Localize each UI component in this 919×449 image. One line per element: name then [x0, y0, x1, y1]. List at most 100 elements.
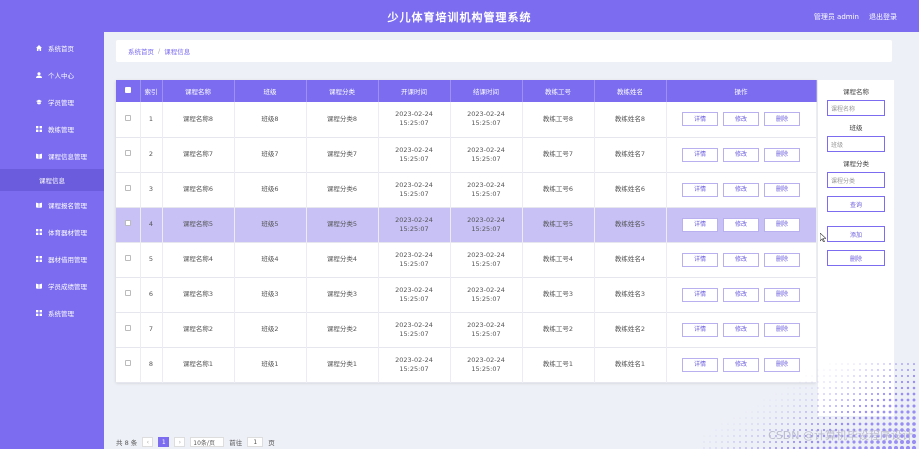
- select-all-cell[interactable]: [116, 80, 141, 102]
- row-select-cell[interactable]: [116, 137, 141, 172]
- row-select-cell[interactable]: [116, 207, 141, 242]
- sidebar-subitem-course-info[interactable]: 课程信息: [0, 169, 104, 191]
- delete-button[interactable]: 删除: [764, 252, 800, 267]
- delete-button[interactable]: 删除: [764, 147, 800, 162]
- edit-button[interactable]: 修改: [723, 287, 759, 302]
- column-header-course-name[interactable]: 课程名称: [162, 80, 235, 102]
- decorative-dot: [787, 399, 789, 401]
- decorative-dot: [829, 387, 831, 389]
- page-size-select[interactable]: 10条/页: [190, 437, 225, 447]
- decorative-dot: [763, 429, 765, 431]
- column-header-coach-name[interactable]: 教练姓名: [594, 80, 667, 102]
- row-select-cell[interactable]: [116, 347, 141, 382]
- edit-button[interactable]: 修改: [723, 217, 759, 232]
- column-header-end-time[interactable]: 结课时间: [450, 80, 523, 102]
- sidebar-item-home[interactable]: 系统首页: [0, 34, 104, 61]
- detail-button[interactable]: 详情: [682, 112, 718, 127]
- category-input[interactable]: 课程分类: [827, 172, 885, 188]
- sidebar-item-label: 教练管理: [48, 125, 74, 134]
- row-checkbox[interactable]: [124, 114, 131, 121]
- goto-page-input[interactable]: 1: [247, 437, 264, 447]
- cell-coach-no: 教练工号1: [522, 347, 595, 382]
- table-row[interactable]: 6 课程名称3 班级3 课程分类3 2023-02-24 15:25:07 2023-02…: [116, 277, 817, 312]
- row-select-cell[interactable]: [116, 102, 141, 137]
- breadcrumb-home[interactable]: 系统首页: [128, 46, 154, 56]
- sidebar-item-borrowing[interactable]: 器材借用管理: [0, 245, 104, 272]
- decorative-dot: [865, 363, 867, 365]
- delete-button[interactable]: 删除: [764, 217, 800, 232]
- delete-button[interactable]: 删除: [764, 287, 800, 302]
- current-user: 管理员 admin: [813, 13, 859, 21]
- detail-button[interactable]: 详情: [682, 217, 718, 232]
- select-all-checkbox[interactable]: [124, 87, 131, 93]
- row-checkbox[interactable]: [124, 150, 131, 156]
- column-header-class[interactable]: 班级: [234, 80, 307, 102]
- detail-button[interactable]: 详情: [682, 182, 718, 197]
- table-row[interactable]: 1 课程名称8 班级8 课程分类8 2023-02-24 15:25:07 2023-02…: [116, 102, 817, 137]
- edit-button[interactable]: 修改: [723, 252, 759, 267]
- delete-button[interactable]: 删除: [764, 182, 800, 197]
- sidebar-item-course-info[interactable]: 课程信息管理: [0, 142, 104, 169]
- logout-link[interactable]: 退出登录: [869, 12, 897, 22]
- row-select-cell[interactable]: [116, 172, 141, 207]
- decorative-dot: [775, 399, 777, 401]
- query-button[interactable]: 查询: [827, 196, 885, 212]
- next-page-button[interactable]: ›: [174, 437, 186, 447]
- decorative-dot: [763, 405, 765, 407]
- cell-coach-name: 教练姓名6: [594, 172, 667, 207]
- add-button[interactable]: 添加: [827, 226, 885, 242]
- course-name-input[interactable]: 课程名称: [827, 100, 885, 116]
- decorative-dot: [715, 441, 717, 443]
- row-checkbox[interactable]: [124, 185, 131, 191]
- row-select-cell[interactable]: [116, 242, 141, 277]
- sidebar-item-students[interactable]: 学员管理: [0, 88, 104, 115]
- row-select-cell[interactable]: [116, 277, 141, 312]
- decorative-dot: [906, 416, 910, 420]
- detail-button[interactable]: 详情: [682, 287, 718, 302]
- decorative-dot: [757, 417, 759, 419]
- row-checkbox[interactable]: [124, 255, 131, 261]
- edit-button[interactable]: 修改: [723, 182, 759, 197]
- sidebar-item-enrollment[interactable]: 课程报名管理: [0, 191, 104, 218]
- decorative-dot: [793, 417, 795, 419]
- decorative-dot: [870, 422, 874, 426]
- sidebar-item-profile[interactable]: 个人中心: [0, 61, 104, 88]
- sidebar-item-coaches[interactable]: 教练管理: [0, 115, 104, 142]
- column-header-category[interactable]: 课程分类: [306, 80, 379, 102]
- prev-page-button[interactable]: ‹: [142, 437, 154, 447]
- decorative-dot: [817, 417, 819, 419]
- table-row[interactable]: 4 课程名称5 班级5 课程分类5 2023-02-24 15:25:07 2023-02…: [116, 207, 817, 242]
- table-row[interactable]: 5 课程名称4 班级4 课程分类4 2023-02-24 15:25:07 2023-02…: [116, 242, 817, 277]
- row-select-cell[interactable]: [116, 312, 141, 347]
- delete-button[interactable]: 删除: [764, 112, 800, 127]
- decorative-dot: [912, 410, 916, 414]
- row-checkbox[interactable]: [124, 220, 131, 226]
- table-row[interactable]: 3 课程名称6 班级6 课程分类6 2023-02-24 15:25:07 2023-02…: [116, 172, 817, 207]
- table-row[interactable]: 2 课程名称7 班级7 课程分类7 2023-02-24 15:25:07 2023-02…: [116, 137, 817, 172]
- decorative-dot: [769, 399, 771, 401]
- detail-button[interactable]: 详情: [682, 322, 718, 337]
- edit-button[interactable]: 修改: [723, 112, 759, 127]
- table-row[interactable]: 7 课程名称2 班级2 课程分类2 2023-02-24 15:25:07 2023-02…: [116, 312, 817, 347]
- edit-button[interactable]: 修改: [723, 322, 759, 337]
- cell-start-time: 2023-02-24 15:25:07: [378, 172, 451, 207]
- detail-button[interactable]: 详情: [682, 252, 718, 267]
- page-number[interactable]: 1: [158, 437, 170, 447]
- decorative-dot: [859, 387, 861, 389]
- sidebar-item-equipment[interactable]: 体育器材管理: [0, 218, 104, 245]
- sidebar-item-scores[interactable]: 学员成绩管理: [0, 272, 104, 299]
- column-header-start-time[interactable]: 开课时间: [378, 80, 451, 102]
- batch-delete-button[interactable]: 删除: [827, 250, 885, 266]
- decorative-dot: [835, 387, 837, 389]
- class-input[interactable]: 班级: [827, 136, 885, 152]
- row-checkbox[interactable]: [124, 325, 131, 331]
- row-checkbox[interactable]: [124, 290, 131, 296]
- column-header-coach-no[interactable]: 教练工号: [522, 80, 595, 102]
- sidebar-item-system[interactable]: 系统管理: [0, 299, 104, 326]
- cell-start-time: 2023-02-24 15:25:07: [378, 242, 451, 277]
- cell-class: 班级3: [234, 277, 307, 312]
- row-checkbox[interactable]: [124, 360, 131, 366]
- delete-button[interactable]: 删除: [764, 322, 800, 337]
- edit-button[interactable]: 修改: [723, 147, 759, 162]
- detail-button[interactable]: 详情: [682, 147, 718, 162]
